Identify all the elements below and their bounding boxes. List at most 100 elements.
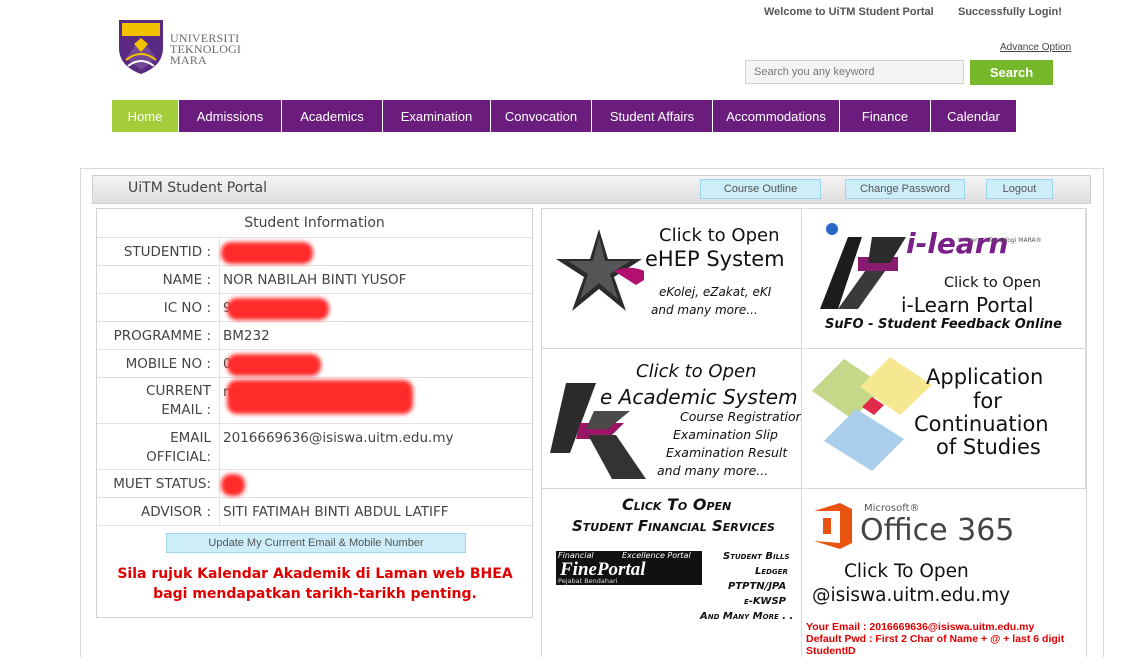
ilearn-line1: Click to Open: [944, 275, 1042, 291]
uitm-wordmark: UNIVERSITI TEKNOLOGI MARA: [170, 32, 241, 67]
login-status-text: Successfully Login!: [958, 6, 1062, 18]
info-row-studentid: STUDENTID :: [97, 238, 532, 266]
nav-item-accommodations[interactable]: Accommodations: [713, 100, 840, 132]
info-row-email-official: EMAIL OFFICIAL: 2016669636@isiswa.uitm.e…: [97, 424, 532, 470]
info-label: EMAIL OFFICIAL:: [97, 429, 215, 467]
course-outline-button[interactable]: Course Outline: [700, 179, 821, 199]
ilearn-tagline: Universiti Teknologi MARA®: [958, 237, 1042, 244]
redaction-mark: [227, 354, 321, 376]
update-email-mobile-button[interactable]: Update My Currrent Email & Mobile Number: [166, 533, 466, 553]
info-row-ic-no: IC NO : 9: [97, 294, 532, 322]
redaction-mark: [227, 380, 413, 414]
office-365-tile[interactable]: Microsoft® Office 365 Click To Open @isi…: [802, 489, 1086, 619]
finance-item: e-KWSP: [744, 596, 786, 607]
eacademic-line1: Click to Open: [636, 361, 757, 382]
info-label: MUET STATUS:: [113, 476, 211, 492]
uitm-crest-icon: [119, 20, 163, 74]
office-logo-icon: [814, 503, 852, 549]
continuation-line2: for: [973, 389, 1002, 413]
eacademic-system-tile[interactable]: Click to Open e Academic System Course R…: [542, 349, 802, 489]
info-label: IC NO :: [163, 300, 211, 316]
info-label-line: CURRENT: [146, 383, 211, 399]
student-info-panel: Student Information STUDENTID : NAME : N…: [96, 208, 533, 618]
nav-item-home[interactable]: Home: [112, 100, 179, 132]
info-row-muet-status: MUET STATUS:: [97, 470, 532, 498]
info-row-programme: PROGRAMME : BM232: [97, 322, 532, 350]
eacademic-line3: Course Registration: [680, 409, 802, 424]
info-value: 2016669636@isiswa.uitm.edu.my: [219, 424, 528, 469]
info-label: PROGRAMME :: [113, 328, 211, 344]
office-line2: @isiswa.uitm.edu.my: [812, 585, 1011, 606]
fineportal-logo: Financial Excellence Portal FinePortal P…: [556, 551, 702, 585]
calendar-notice: Sila rujuk Kalendar Akademik di Laman we…: [117, 566, 513, 602]
email-note-line3: StudentID: [806, 645, 856, 657]
ilearn-line2: i-Learn Portal: [901, 293, 1034, 317]
finance-line1: Click To Open: [622, 495, 732, 514]
info-label: NAME :: [162, 272, 211, 288]
nav-item-finance[interactable]: Finance: [840, 100, 931, 132]
nav-item-academics[interactable]: Academics: [282, 100, 383, 132]
info-label-line: EMAIL: [170, 430, 211, 446]
finance-item: Ledger: [755, 566, 788, 577]
email-note-line1: Your Email : 2016669636@isiswa.uitm.edu.…: [806, 621, 1035, 633]
info-row-mobile-no: MOBILE NO : 0: [97, 350, 532, 378]
email-note-line2: Default Pwd : First 2 Char of Name + @ +…: [806, 633, 1065, 645]
ehep-line4: and many more...: [651, 303, 758, 317]
finance-item: Student Bills: [723, 551, 790, 562]
info-row-current-email: CURRENT EMAIL : n: [97, 378, 532, 424]
search-button[interactable]: Search: [970, 60, 1053, 85]
office-brand: Office 365: [860, 513, 1015, 548]
eacademic-line4: Examination Slip: [673, 427, 778, 442]
continuation-line4: of Studies: [936, 435, 1041, 459]
portal-tiles-grid: Click to Open eHEP System eKolej, eZakat…: [541, 208, 1087, 657]
welcome-text: Welcome to UiTM Student Portal: [764, 6, 934, 18]
ehep-line1: Click to Open: [659, 225, 780, 246]
ehep-line3: eKolej, eZakat, eKI: [659, 285, 772, 299]
advance-option-link[interactable]: Advance Option: [1000, 42, 1071, 53]
student-info-heading: Student Information: [97, 209, 532, 238]
finance-item: PTPTN/JPA: [728, 581, 787, 592]
info-label: STUDENTID :: [123, 244, 211, 260]
ehep-line2: eHEP System: [645, 247, 785, 271]
info-label: ADVISOR :: [140, 504, 211, 520]
info-value: NOR NABILAH BINTI YUSOF: [219, 266, 528, 293]
ehep-system-tile[interactable]: Click to Open eHEP System eKolej, eZakat…: [542, 209, 802, 349]
ilearn-portal-tile[interactable]: i-learn Universiti Teknologi MARA® Click…: [802, 209, 1086, 349]
continuation-line3: Continuation: [914, 412, 1049, 436]
info-value: [219, 470, 528, 497]
info-value: SITI FATIMAH BINTI ABDUL LATIFF: [219, 498, 528, 525]
search-input[interactable]: [745, 60, 964, 84]
redaction-mark: [227, 298, 329, 320]
student-financial-services-tile[interactable]: Click To Open Student Financial Services…: [542, 489, 802, 657]
info-row-advisor: ADVISOR : SITI FATIMAH BINTI ABDUL LATIF…: [97, 498, 532, 526]
redaction-mark: [221, 242, 313, 264]
redaction-mark: [221, 474, 245, 496]
eacademic-line5: Examination Result: [666, 445, 788, 460]
main-nav: Home Admissions Academics Examination Co…: [112, 100, 1016, 132]
portal-title: UiTM Student Portal: [128, 180, 268, 196]
fineportal-sub: Pejabat Bendahari: [558, 577, 618, 585]
continuation-line1: Application: [926, 365, 1044, 389]
info-label-line: OFFICIAL:: [146, 449, 211, 465]
eacademic-line2: e Academic System: [600, 385, 798, 409]
logout-button[interactable]: Logout: [986, 179, 1053, 199]
info-label-line: EMAIL :: [161, 402, 211, 418]
info-label: MOBILE NO :: [125, 356, 211, 372]
logo-line-3: MARA: [170, 53, 207, 67]
uitm-logo[interactable]: UNIVERSITI TEKNOLOGI MARA: [116, 18, 256, 78]
office-line1: Click To Open: [844, 561, 969, 582]
nav-item-convocation[interactable]: Convocation: [491, 100, 592, 132]
nav-item-admissions[interactable]: Admissions: [179, 100, 282, 132]
ilearn-line3: SuFO - Student Feedback Online: [825, 317, 1063, 332]
change-password-button[interactable]: Change Password: [845, 179, 965, 199]
info-row-name: NAME : NOR NABILAH BINTI YUSOF: [97, 266, 532, 294]
ehep-star-icon: [556, 229, 644, 311]
nav-item-calendar[interactable]: Calendar: [931, 100, 1016, 132]
ilearn-logo-icon: [820, 223, 906, 309]
finance-line2: Student Financial Services: [572, 517, 775, 535]
info-value: BM232: [219, 322, 528, 349]
continuation-of-studies-tile[interactable]: Application for Continuation of Studies: [802, 349, 1086, 489]
nav-item-examination[interactable]: Examination: [383, 100, 491, 132]
eacademic-line6: and many more...: [657, 463, 769, 478]
nav-item-student-affairs[interactable]: Student Affairs: [592, 100, 713, 132]
